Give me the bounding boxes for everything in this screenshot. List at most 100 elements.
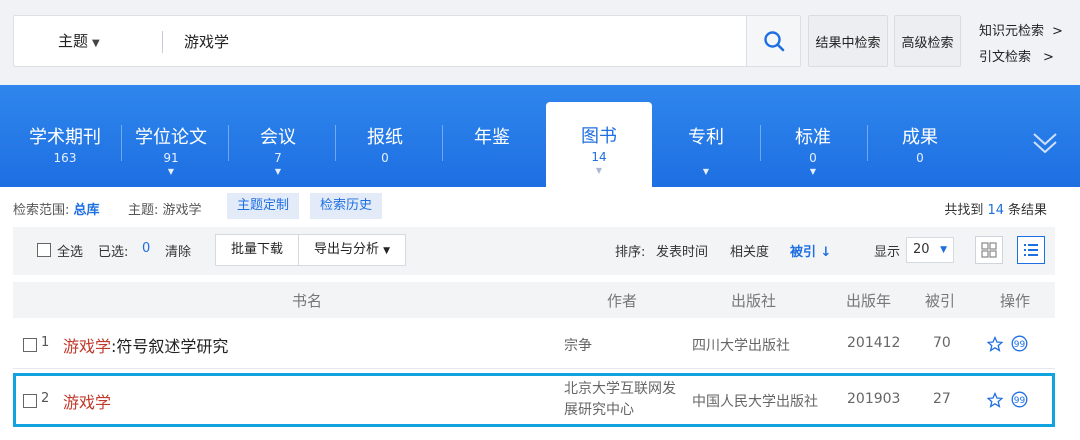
- table-header: 书名 作者 出版社 出版年 被引 操作: [13, 282, 1055, 318]
- table-row: 1 游戏学:符号叙述学研究 宗争 四川大学出版社 201412 70 99: [13, 320, 1055, 368]
- batch-download-button[interactable]: 批量下载: [215, 234, 299, 266]
- sort-by-relevance[interactable]: 相关度: [730, 241, 769, 260]
- arrow-down-icon: ↓: [816, 245, 832, 260]
- svg-text:99: 99: [1014, 340, 1026, 350]
- row-title-link[interactable]: 游戏学: [63, 389, 111, 413]
- list-icon: [1024, 244, 1038, 256]
- row-ops: 99: [987, 335, 1028, 352]
- row-publisher[interactable]: 四川大学出版社: [692, 335, 790, 355]
- grid-icon: [981, 242, 997, 258]
- tab-label: 报纸: [367, 127, 403, 148]
- header-title: 书名: [292, 292, 323, 310]
- list-view-button[interactable]: [1017, 236, 1045, 264]
- tab-journals[interactable]: 学术期刊 163: [12, 103, 118, 187]
- results-panel: 检索范围: 总库 主题: 游戏学 主题定制 检索历史 共找到 14 条结果 全选 已…: [0, 187, 1080, 440]
- scope-row: 检索范围: 总库 主题: 游戏学 主题定制 检索历史 共找到 14 条结果: [0, 187, 1080, 227]
- header-publisher: 出版社: [731, 292, 777, 310]
- found-count: 14: [987, 203, 1004, 218]
- search-field-label: 主题: [58, 32, 89, 50]
- results-count: 共找到 14 条结果: [944, 199, 1047, 218]
- star-icon[interactable]: [987, 335, 1003, 352]
- citation-search-link[interactable]: 引文检索 >: [979, 46, 1054, 65]
- row-publisher[interactable]: 中国人民大学出版社: [692, 391, 818, 411]
- row-checkbox[interactable]: [23, 338, 37, 352]
- grid-view-button[interactable]: [975, 236, 1003, 264]
- knowledge-search-link[interactable]: 知识元检索 >: [979, 20, 1063, 39]
- tab-label: 成果: [902, 127, 938, 148]
- search-button[interactable]: [746, 16, 800, 66]
- citation-search-label: 引文检索: [979, 50, 1032, 65]
- page-size-label: 显示: [874, 245, 901, 260]
- tab-label: 学位论文: [135, 127, 207, 148]
- author-line-2: 展研究中心: [564, 402, 634, 418]
- row-cited: 27: [933, 391, 951, 407]
- row-author[interactable]: 北京大学互联网发 展研究中心: [564, 379, 676, 421]
- export-label: 导出与分析: [313, 242, 379, 257]
- export-analysis-button[interactable]: 导出与分析 ▼: [298, 234, 406, 266]
- search-input[interactable]: [184, 26, 744, 56]
- search-icon: [763, 31, 784, 52]
- search-field-select[interactable]: 主题 ▼: [58, 16, 100, 66]
- select-all-label[interactable]: 全选: [57, 241, 83, 260]
- quote-icon[interactable]: 99: [1011, 335, 1028, 352]
- quote-icon[interactable]: 99: [1011, 391, 1028, 408]
- tab-dissertations[interactable]: 学位论文 91 ▼: [118, 103, 224, 187]
- tab-conferences[interactable]: 会议 7 ▼: [225, 103, 331, 187]
- tab-standards[interactable]: 标准 0 ▼: [760, 103, 866, 187]
- search-within-results-button[interactable]: 结果中检索: [808, 15, 888, 67]
- caret-down-icon: ▼: [595, 166, 603, 175]
- advanced-search-button[interactable]: 高级检索: [894, 15, 961, 67]
- title-highlight: 游戏学: [63, 393, 112, 412]
- star-icon[interactable]: [987, 391, 1003, 408]
- tab-count: 7: [274, 151, 282, 165]
- caret-down-icon: ▼: [167, 167, 175, 176]
- results-toolbar: 全选 已选: 0 清除 批量下载 导出与分析 ▼ 排序: 发表时间 相关度 被引…: [13, 227, 1055, 275]
- sort-label: 排序:: [615, 245, 646, 260]
- tab-achievements[interactable]: 成果 0: [867, 103, 973, 187]
- tab-divider: [121, 125, 122, 161]
- row-index: 2: [41, 391, 50, 406]
- caret-down-icon: ▼: [809, 167, 817, 176]
- tab-count: 14: [591, 150, 607, 164]
- knowledge-search-label: 知识元检索: [979, 24, 1045, 39]
- found-prefix: 共找到: [944, 203, 984, 218]
- selected-count: 0: [142, 241, 151, 256]
- divider: [162, 31, 163, 53]
- header-ops: 操作: [1000, 292, 1031, 310]
- topic-label: 主题: 游戏学: [128, 203, 202, 218]
- caret-down-icon: ▼: [940, 245, 947, 255]
- tab-patents[interactable]: 专利 ▼: [653, 103, 759, 187]
- resource-type-tabs: 学术期刊 163 学位论文 91 ▼ 会议 7 ▼ 报纸 0 年鉴 图书 14 …: [0, 85, 1080, 187]
- tab-newspapers[interactable]: 报纸 0: [332, 103, 438, 187]
- tab-count: 91: [163, 151, 179, 165]
- caret-down-icon: ▼: [92, 38, 100, 49]
- title-rest: :符号叙述学研究: [111, 337, 229, 356]
- scope-value[interactable]: 总库: [74, 203, 100, 218]
- sort-by-cited[interactable]: 被引 ↓: [790, 241, 831, 260]
- row-year: 201903: [847, 391, 901, 407]
- expand-tabs-button[interactable]: [1032, 130, 1058, 160]
- select-all-checkbox[interactable]: [37, 243, 51, 257]
- tab-label: 学术期刊: [29, 127, 101, 148]
- search-history-button[interactable]: 检索历史: [310, 193, 383, 219]
- author-line-1: 北京大学互联网发: [564, 381, 676, 397]
- row-author[interactable]: 宗争: [564, 335, 592, 355]
- row-checkbox[interactable]: [23, 394, 37, 408]
- tab-label: 专利: [688, 127, 724, 148]
- header-cited: 被引: [925, 292, 956, 310]
- sort-cited-label: 被引: [790, 245, 817, 260]
- page-size-value: 20: [913, 242, 930, 257]
- tab-count: 163: [53, 151, 77, 165]
- tab-yearbooks[interactable]: 年鉴: [439, 103, 545, 187]
- page-size-select[interactable]: 20 ▼: [906, 237, 954, 263]
- found-suffix: 条结果: [1007, 203, 1047, 218]
- sort-by-date[interactable]: 发表时间: [656, 241, 708, 260]
- clear-button[interactable]: 清除: [165, 241, 191, 260]
- custom-topic-button[interactable]: 主题定制: [227, 193, 300, 219]
- tab-label: 会议: [260, 127, 296, 148]
- row-ops: 99: [987, 391, 1028, 408]
- tab-divider: [335, 125, 336, 161]
- row-title-link[interactable]: 游戏学:符号叙述学研究: [63, 333, 228, 357]
- tab-books[interactable]: 图书 14 ▼: [546, 102, 652, 187]
- tab-divider: [760, 125, 761, 161]
